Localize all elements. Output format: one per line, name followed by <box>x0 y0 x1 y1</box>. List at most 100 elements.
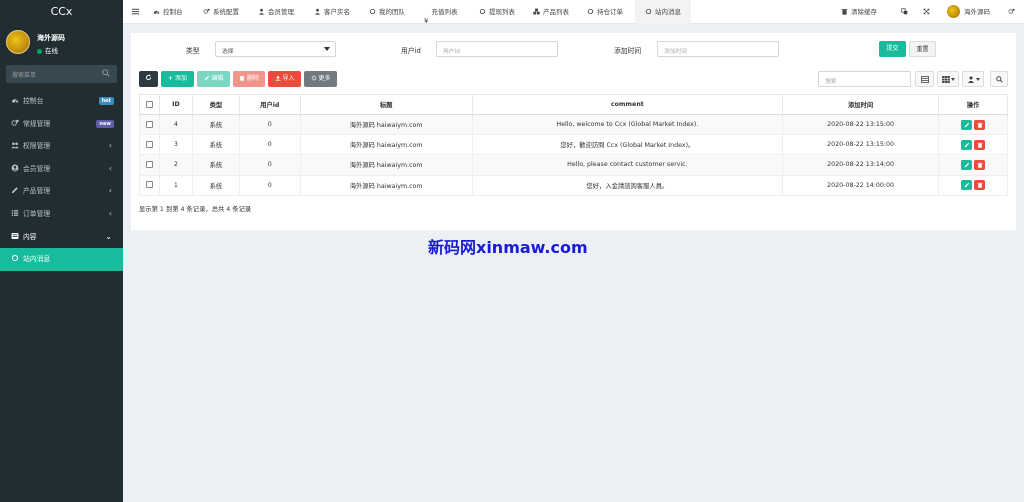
more-button[interactable]: 更多 <box>304 71 337 87</box>
delete-label: 删除 <box>246 75 259 82</box>
menu-toggle-icon[interactable] <box>131 7 140 16</box>
tab-withdraw-list[interactable]: 提现列表 <box>479 0 515 24</box>
header-type[interactable]: 类型 <box>191 94 240 115</box>
row-delete-button[interactable] <box>974 180 985 191</box>
tab-product-list[interactable]: 产品列表 <box>533 0 569 24</box>
sidebar-item-permissions[interactable]: 权限管理 ‹ <box>0 135 123 158</box>
tab-system-config[interactable]: 系统配置 <box>203 0 239 24</box>
tab-customer-verification[interactable]: 客户实名 <box>314 0 350 24</box>
sidebar-item-members[interactable]: 会员管理 ‹ <box>0 158 123 181</box>
reset-button[interactable]: 重置 <box>909 41 936 57</box>
header-comment[interactable]: comment <box>471 94 784 115</box>
export-button[interactable] <box>962 71 984 87</box>
edit-label: 编辑 <box>211 75 224 82</box>
sidebar-search[interactable]: 搜索菜单 <box>6 65 117 83</box>
type-select[interactable]: 选择 <box>215 41 336 57</box>
table-row[interactable]: 3 系统 0 海外源码 haiwaiym.com 您好，歡迎訪問 Ccx (Gl… <box>139 134 1008 156</box>
row-delete-button[interactable] <box>974 119 985 130</box>
tab-label: 站内消息 <box>655 8 681 16</box>
select-all-cell[interactable] <box>139 94 160 115</box>
row-checkbox[interactable] <box>145 161 153 169</box>
dashboard-icon <box>153 10 160 14</box>
cell-created-time: 2020-08-22 13:15:00 <box>782 134 940 156</box>
userid-input[interactable]: 用户id <box>436 41 558 57</box>
chevron-left-icon: ‹ <box>108 186 112 196</box>
tab-my-team[interactable]: 我的团队 <box>369 0 405 24</box>
tab-recharge-list[interactable]: ¥充值列表 <box>424 0 458 25</box>
search-icon[interactable] <box>102 69 110 77</box>
trash-icon <box>977 142 982 148</box>
tab-positions[interactable]: 持仓订单 <box>587 0 623 24</box>
sidebar-item-general[interactable]: 常规管理 new <box>0 113 123 136</box>
header-userid[interactable]: 用户id <box>238 94 301 115</box>
search-toggle-button[interactable] <box>990 71 1008 87</box>
toggle-view-button[interactable] <box>915 71 934 87</box>
edit-button[interactable]: 编辑 <box>197 71 230 87</box>
language-toggle[interactable] <box>901 0 911 24</box>
fullscreen-button[interactable] <box>923 0 933 24</box>
row-edit-button[interactable] <box>961 159 972 170</box>
row-checkbox-cell[interactable] <box>139 154 160 176</box>
sidebar-item-products[interactable]: 产品管理 ‹ <box>0 180 123 203</box>
chevron-left-icon: ‹ <box>108 208 112 218</box>
circle-icon <box>369 8 376 14</box>
cell-id: 4 <box>158 114 193 136</box>
clear-cache-button[interactable]: 清除缓存 <box>841 0 877 24</box>
header-created-time[interactable]: 添加时间 <box>782 94 940 115</box>
user-menu[interactable]: 海外源码 <box>947 0 990 24</box>
select-all-checkbox[interactable] <box>145 100 153 108</box>
sidebar-item-label: 权限管理 <box>23 142 51 151</box>
sidebar-item-site-messages[interactable]: 站内消息 <box>0 248 123 271</box>
delete-button[interactable]: 删除 <box>233 71 265 87</box>
table-row[interactable]: 4 系统 0 海外源码 haiwaiym.com Hello, welcome … <box>139 114 1008 136</box>
cell-comment: 您好，歡迎訪問 Ccx (Global Market Index)。 <box>471 134 784 156</box>
row-edit-button[interactable] <box>961 139 972 150</box>
sidebar-item-label: 会员管理 <box>23 164 51 173</box>
plus-icon: + <box>168 75 174 82</box>
tab-member-management[interactable]: 会员管理 <box>258 0 294 24</box>
tab-dashboard[interactable]: 控制台 <box>153 0 183 24</box>
time-input[interactable]: 添加时间 <box>657 41 779 57</box>
row-checkbox-cell[interactable] <box>139 114 160 136</box>
refresh-button[interactable] <box>139 71 158 87</box>
table-search-input[interactable]: 搜索 <box>818 71 911 87</box>
import-button[interactable]: 导入 <box>268 71 301 87</box>
app-logo[interactable]: CCx <box>0 0 123 24</box>
sidebar-item-orders[interactable]: 订单管理 ‹ <box>0 203 123 226</box>
sidebar-item-content[interactable]: 内容 ⌄ <box>0 226 123 249</box>
pencil-icon <box>964 142 969 148</box>
tab-label: 提现列表 <box>489 8 515 16</box>
columns-button[interactable] <box>937 71 959 87</box>
tab-site-messages[interactable]: 站内消息 <box>635 0 691 24</box>
avatar <box>947 4 960 18</box>
table-row[interactable]: 1 系统 0 海外源码 haiwaiym.com 您好，入金請諮詢客服人員。 2… <box>139 175 1008 196</box>
row-checkbox[interactable] <box>145 141 153 149</box>
row-checkbox-cell[interactable] <box>139 175 160 196</box>
add-button[interactable]: + 添加 <box>161 71 194 87</box>
cubes-icon <box>533 8 540 14</box>
header-title[interactable]: 标题 <box>299 94 473 115</box>
sidebar-item-dashboard[interactable]: 控制台 hot <box>0 90 123 113</box>
cell-title: 海外源码 haiwaiym.com <box>299 134 473 156</box>
row-checkbox-cell[interactable] <box>139 134 160 156</box>
cell-title: 海外源码 haiwaiym.com <box>299 154 473 176</box>
row-edit-button[interactable] <box>961 180 972 191</box>
row-checkbox[interactable] <box>145 120 153 128</box>
sidebar-search-input[interactable]: 搜索菜单 <box>12 70 36 79</box>
row-checkbox[interactable] <box>145 181 153 189</box>
tab-label: 充值列表 <box>431 8 458 16</box>
hot-badge: hot <box>98 97 114 105</box>
list-alt-icon <box>11 232 19 239</box>
row-edit-button[interactable] <box>961 119 972 130</box>
cogs-icon <box>11 119 19 126</box>
submit-button[interactable]: 提交 <box>879 41 906 57</box>
search-icon <box>996 76 1003 83</box>
header-id[interactable]: ID <box>158 94 193 115</box>
user-icon <box>259 8 264 15</box>
user-icon <box>315 8 320 15</box>
row-delete-button[interactable] <box>974 139 985 150</box>
settings-button[interactable] <box>1008 0 1018 24</box>
table-row[interactable]: 2 系统 0 海外源码 haiwaiym.com Hello, please c… <box>139 154 1008 176</box>
row-delete-button[interactable] <box>974 159 985 170</box>
cell-type: 系统 <box>191 114 240 136</box>
